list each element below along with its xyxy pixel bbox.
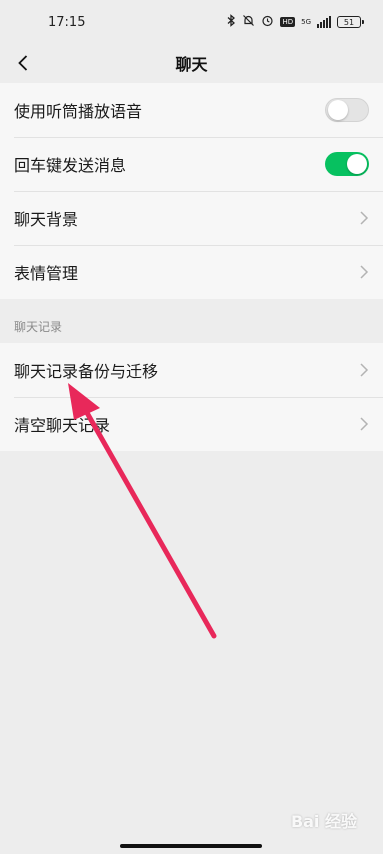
bell-muted-icon (242, 14, 255, 30)
toggle-knob (347, 154, 367, 174)
setting-chat-background[interactable]: 聊天背景 (0, 191, 383, 245)
network-label: 5G (301, 17, 311, 26)
chevron-right-icon (360, 211, 369, 225)
setting-label: 使用听筒播放语音 (14, 102, 143, 121)
chevron-right-icon (360, 363, 369, 377)
alarm-icon (261, 14, 274, 30)
setting-clear-history[interactable]: 清空聊天记录 (0, 397, 383, 451)
chat-settings-group: 使用听筒播放语音 回车键发送消息 聊天背景 表情管理 (0, 83, 383, 299)
home-indicator (120, 844, 262, 848)
setting-label: 聊天背景 (14, 210, 79, 229)
nav-bar: 聊天 (0, 44, 383, 82)
chevron-right-icon (360, 265, 369, 279)
setting-backup-migrate[interactable]: 聊天记录备份与迁移 (0, 343, 383, 397)
signal-icon (317, 16, 331, 28)
setting-label: 聊天记录备份与迁移 (14, 362, 159, 381)
setting-label: 回车键发送消息 (14, 156, 127, 175)
enter-to-send-toggle[interactable] (325, 152, 369, 176)
section-header-chat-history: 聊天记录 (14, 320, 63, 334)
setting-earpiece-voice[interactable]: 使用听筒播放语音 (0, 83, 383, 137)
chevron-right-icon (360, 417, 369, 431)
page-title: 聊天 (175, 55, 208, 74)
setting-label: 清空聊天记录 (14, 416, 111, 435)
status-time: 17:15 (48, 14, 86, 30)
earpiece-voice-toggle[interactable] (325, 98, 369, 122)
battery-icon: 51 (337, 16, 364, 28)
status-bar: 17:15 HD 5G 51 (0, 0, 383, 44)
back-button[interactable] (8, 44, 38, 82)
chevron-left-icon (18, 55, 28, 71)
toggle-knob (328, 100, 348, 120)
status-icons: HD 5G 51 (227, 14, 364, 30)
setting-sticker-management[interactable]: 表情管理 (0, 245, 383, 299)
watermark-text: Bai 经验 (290, 812, 357, 831)
watermark-logo: Bai 经验 (291, 808, 357, 832)
chat-history-group: 聊天记录备份与迁移 清空聊天记录 (0, 343, 383, 451)
setting-label: 表情管理 (14, 264, 79, 283)
bluetooth-icon (227, 14, 236, 30)
setting-enter-to-send[interactable]: 回车键发送消息 (0, 137, 383, 191)
hd-badge: HD (280, 17, 296, 27)
